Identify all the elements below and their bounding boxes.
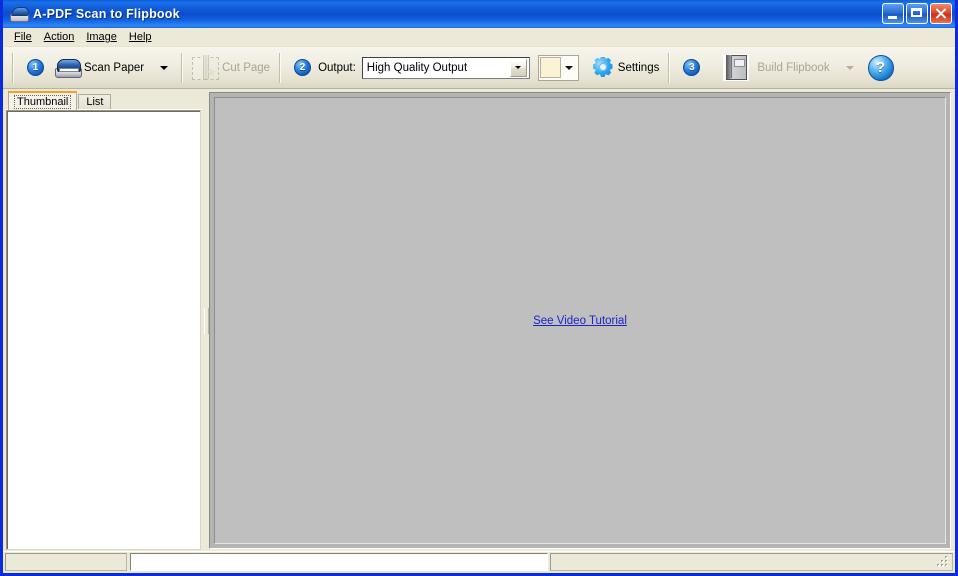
client-area: Thumbnail List See Video Tutorial — [3, 89, 955, 551]
left-panel: Thumbnail List — [5, 91, 202, 551]
build-flipbook-button[interactable]: Build Flipbook — [719, 52, 833, 84]
help-icon[interactable]: ? — [867, 54, 894, 81]
menu-item-image-label: Image — [86, 31, 117, 43]
page-viewer-panel: See Video Tutorial — [209, 92, 951, 549]
maximize-button[interactable] — [906, 3, 928, 24]
status-progress-field — [130, 552, 548, 571]
page-color-swatch[interactable] — [539, 57, 561, 78]
application-window: A-PDF Scan to Flipbook File Action Image… — [0, 0, 958, 576]
gear-icon — [592, 56, 614, 79]
settings-label: Settings — [617, 61, 660, 74]
menu-bar: File Action Image Help — [3, 28, 955, 47]
close-button[interactable] — [930, 3, 952, 24]
status-bar — [3, 551, 955, 573]
build-flipbook-chevron-down-icon[interactable] — [845, 65, 854, 70]
scan-paper-button[interactable]: Scan Paper — [51, 52, 148, 84]
scan-paper-label: Scan Paper — [84, 61, 145, 74]
cut-page-button[interactable]: Cut Page — [188, 52, 274, 84]
step-2-badge: 2 — [294, 59, 312, 76]
output-quality-value: High Quality Output — [366, 61, 468, 74]
panel-splitter[interactable] — [202, 91, 209, 551]
see-video-tutorial-link[interactable]: See Video Tutorial — [531, 314, 629, 328]
cut-page-icon — [192, 54, 220, 80]
page-color-picker[interactable] — [537, 54, 579, 81]
panel-tabstrip: Thumbnail List — [5, 91, 202, 110]
output-quality-chevron-down-icon[interactable] — [509, 58, 527, 77]
build-flipbook-label: Build Flipbook — [757, 61, 830, 74]
toolbar-separator — [181, 52, 184, 83]
status-right-panel — [550, 552, 953, 571]
output-quality-select[interactable]: High Quality Output — [361, 56, 530, 79]
main-toolbar: 1 Scan Paper Cut Page 2 Output: High Qua… — [3, 47, 955, 89]
window-controls — [882, 3, 952, 24]
window-title: A-PDF Scan to Flipbook — [33, 7, 180, 21]
app-scanner-icon — [9, 5, 30, 23]
menu-item-image[interactable]: Image — [83, 30, 126, 44]
toolbar-separator — [279, 52, 282, 83]
cut-page-label: Cut Page — [222, 61, 271, 74]
menu-item-action[interactable]: Action — [41, 30, 84, 44]
page-viewer[interactable]: See Video Tutorial — [214, 97, 946, 544]
settings-button[interactable]: Settings — [588, 52, 664, 84]
toolbar-separator — [12, 52, 14, 83]
tab-thumbnail-label: Thumbnail — [14, 94, 72, 109]
output-label: Output: — [318, 61, 356, 74]
tab-thumbnail[interactable]: Thumbnail — [8, 91, 78, 110]
menu-item-action-label: Action — [43, 31, 75, 43]
book-icon — [723, 54, 750, 81]
thumbnail-list[interactable] — [6, 110, 201, 550]
resize-grip-icon[interactable] — [938, 556, 950, 569]
menu-item-help[interactable]: Help — [126, 30, 161, 44]
scan-paper-chevron-down-icon[interactable] — [160, 65, 169, 70]
minimize-button[interactable] — [882, 3, 904, 24]
step-3-badge: 3 — [683, 59, 701, 76]
menu-item-file[interactable]: File — [11, 30, 41, 44]
toolbar-separator — [668, 52, 671, 83]
tab-list-label: List — [86, 96, 104, 108]
page-color-chevron-down-icon[interactable] — [560, 57, 577, 78]
menu-item-help-label: Help — [128, 31, 152, 43]
step-1-badge: 1 — [27, 59, 44, 76]
title-bar: A-PDF Scan to Flipbook — [3, 0, 955, 28]
scanner-icon — [55, 57, 82, 79]
tab-list[interactable]: List — [78, 94, 112, 110]
menu-item-file-label: File — [14, 31, 32, 43]
status-left-panel — [5, 552, 127, 571]
